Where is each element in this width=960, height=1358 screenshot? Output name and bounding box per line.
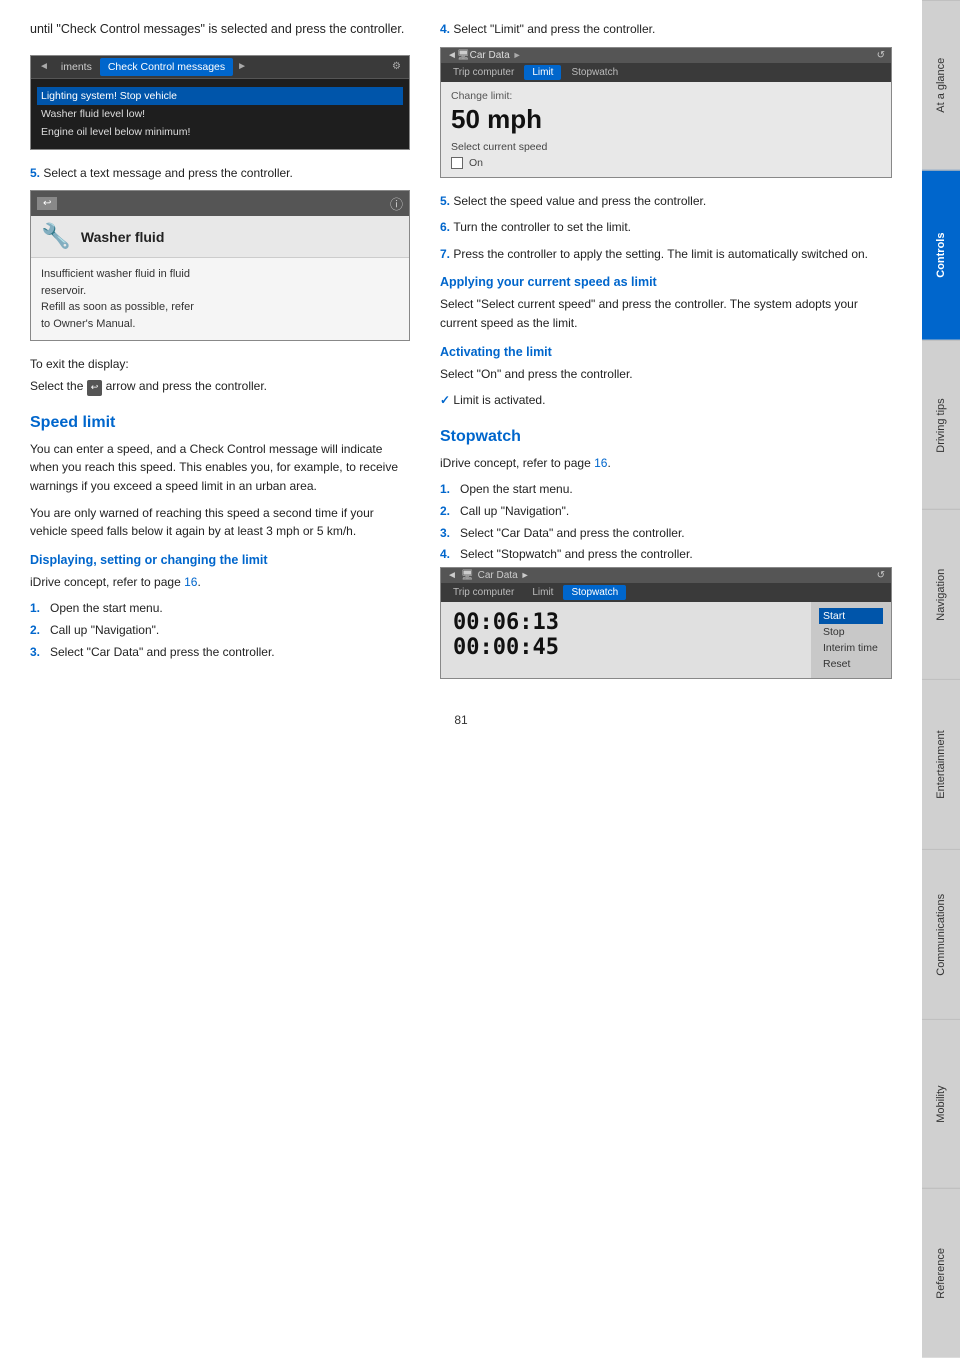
- menu-item-washer[interactable]: Washer fluid level low!: [41, 105, 399, 123]
- washer-icon: 🔧: [41, 222, 71, 251]
- msg-body: Insufficient washer fluid in fluid reser…: [31, 258, 409, 340]
- list-item: 3. Select "Car Data" and press the contr…: [440, 524, 892, 543]
- limit-tabs: Trip computer Limit Stopwatch: [441, 63, 891, 82]
- sw-time1: 00:06:13: [453, 610, 799, 635]
- refresh-icon: ↺: [877, 50, 885, 61]
- list-item: 2. Call up "Navigation".: [440, 502, 892, 521]
- right-column: 4. Select "Limit" and press the controll…: [440, 20, 892, 693]
- check-control-tab[interactable]: Check Control messages: [100, 58, 233, 76]
- sw-arrow-right-icon: ►: [521, 570, 530, 580]
- sw-tabs: Trip computer Limit Stopwatch: [441, 583, 891, 602]
- limit-tab[interactable]: Limit: [524, 65, 561, 80]
- back-button[interactable]: ↩: [37, 197, 57, 210]
- list-item: 4. Select "Stopwatch" and press the cont…: [440, 545, 892, 564]
- ls-nav-left-icon: ◄: [447, 50, 457, 61]
- sw-interim-item[interactable]: Interim time: [823, 640, 879, 656]
- sw-refresh-icon: ↺: [877, 570, 885, 581]
- change-limit-label: Change limit:: [451, 90, 881, 102]
- speed-value: 50 mph: [451, 104, 881, 135]
- step5-left: 5. Select a text message and press the c…: [30, 164, 410, 183]
- check-control-screen: ◄ iments Check Control messages ► ⚙ Ligh…: [30, 55, 410, 150]
- speed-limit-steps: 1. Open the start menu. 2. Call up "Navi…: [30, 599, 410, 661]
- sidebar-tab-communications[interactable]: Communications: [922, 849, 960, 1019]
- left-column: until "Check Control messages" is select…: [30, 20, 410, 693]
- ls-arrow-right-icon: ►: [513, 50, 522, 60]
- stopwatch-screen: ◄ 🖥 Car Data ► ↺ Trip computer Limit Sto…: [440, 567, 892, 679]
- nav-arrow-left-icon: ◄: [35, 61, 53, 72]
- sw-time2: 00:00:45: [453, 635, 799, 660]
- intro-text: until "Check Control messages" is select…: [30, 20, 410, 39]
- step4-right: 4. Select "Limit" and press the controll…: [440, 20, 892, 39]
- menu-item-lighting[interactable]: Lighting system! Stop vehicle: [37, 87, 403, 105]
- activating-body1: Select "On" and press the controller.: [440, 365, 892, 384]
- page-number: 81: [30, 713, 892, 727]
- sw-limit-tab[interactable]: Limit: [524, 585, 561, 600]
- list-item: 2. Call up "Navigation".: [30, 621, 410, 640]
- screen1-content: Lighting system! Stop vehicle Washer flu…: [31, 79, 409, 149]
- sidebar-tab-mobility[interactable]: Mobility: [922, 1019, 960, 1189]
- stopwatch-tab[interactable]: Stopwatch: [563, 65, 626, 80]
- sw-topbar: ◄ 🖥 Car Data ► ↺: [441, 568, 891, 583]
- step7-right: 7. Press the controller to apply the set…: [440, 245, 892, 264]
- step6-right: 6. Turn the controller to set the limit.: [440, 218, 892, 237]
- menu-item-engine[interactable]: Engine oil level below minimum!: [41, 123, 399, 141]
- screen1-tab-bar: ◄ iments Check Control messages ► ⚙: [31, 56, 409, 79]
- to-exit-line1: To exit the display:: [30, 355, 410, 373]
- gear-icon: ⚙: [392, 61, 405, 72]
- sw-times: 00:06:13 00:00:45: [441, 602, 811, 678]
- limit-screen: ◄ 🖥 Car Data ► ↺ Trip computer Limit Sto…: [440, 47, 892, 178]
- sidebar-tab-entertainment[interactable]: Entertainment: [922, 679, 960, 849]
- back-arrow-symbol: ↩: [87, 380, 103, 396]
- sidebar-tab-controls[interactable]: Controls: [922, 170, 960, 340]
- sw-stop-item[interactable]: Stop: [823, 624, 879, 640]
- sw-trip-tab[interactable]: Trip computer: [445, 585, 522, 600]
- limit-topbar: ◄ 🖥 Car Data ► ↺: [441, 48, 891, 63]
- speed-limit-heading: Speed limit: [30, 414, 410, 432]
- to-exit-line2: Select the ↩ arrow and press the control…: [30, 377, 410, 396]
- two-column-layout: until "Check Control messages" is select…: [30, 20, 892, 693]
- main-content: until "Check Control messages" is select…: [0, 0, 922, 1358]
- sidebar-tab-driving-tips[interactable]: Driving tips: [922, 340, 960, 510]
- stopwatch-heading: Stopwatch: [440, 428, 892, 446]
- sw-reset-item[interactable]: Reset: [823, 656, 879, 672]
- sidebar-tab-reference[interactable]: Reference: [922, 1188, 960, 1358]
- info-icon: ⓘ: [390, 194, 403, 213]
- trip-computer-tab[interactable]: Trip computer: [445, 65, 522, 80]
- washer-fluid-screen: ↩ ⓘ 🔧 Washer fluid Insufficient washer f…: [30, 190, 410, 341]
- sidebar-tab-at-a-glance[interactable]: At a glance: [922, 0, 960, 170]
- sw-menu: Start Stop Interim time Reset: [811, 602, 891, 678]
- speed-limit-body2: You are only warned of reaching this spe…: [30, 504, 410, 541]
- iments-tab: iments: [53, 58, 100, 76]
- nav-arrow-right-icon: ►: [233, 61, 251, 72]
- sidebar-tab-navigation[interactable]: Navigation: [922, 509, 960, 679]
- on-row: On: [451, 157, 881, 169]
- list-item: 3. Select "Car Data" and press the contr…: [30, 643, 410, 662]
- limit-body: Change limit: 50 mph Select current spee…: [441, 82, 891, 177]
- select-current-speed: Select current speed: [451, 141, 881, 153]
- msg-header: 🔧 Washer fluid: [31, 216, 409, 258]
- list-item: 1. Open the start menu.: [30, 599, 410, 618]
- displaying-setting-heading: Displaying, setting or changing the limi…: [30, 553, 410, 567]
- car-data-icon2: 🖥: [461, 570, 474, 581]
- applying-body: Select "Select current speed" and press …: [440, 295, 892, 332]
- idrive-ref-right: iDrive concept, refer to page 16.: [440, 454, 892, 473]
- list-item: 1. Open the start menu.: [440, 480, 892, 499]
- stopwatch-steps: 1. Open the start menu. 2. Call up "Navi…: [440, 480, 892, 563]
- car-data-icon: 🖥: [457, 50, 470, 61]
- activating-body2: ✓ Limit is activated.: [440, 391, 892, 410]
- speed-limit-body1: You can enter a speed, and a Check Contr…: [30, 440, 410, 496]
- idrive-ref-left: iDrive concept, refer to page 16.: [30, 573, 410, 592]
- msg-top-bar: ↩ ⓘ: [31, 191, 409, 216]
- sidebar-right: At a glance Controls Driving tips Naviga…: [922, 0, 960, 1358]
- checkmark-icon: ✓: [440, 393, 450, 407]
- applying-heading: Applying your current speed as limit: [440, 275, 892, 289]
- step5-right: 5. Select the speed value and press the …: [440, 192, 892, 211]
- sw-body: 00:06:13 00:00:45 Start Stop Interim tim…: [441, 602, 891, 678]
- activating-heading: Activating the limit: [440, 345, 892, 359]
- msg-title: Washer fluid: [81, 229, 165, 245]
- sw-start-item[interactable]: Start: [819, 608, 883, 624]
- sw-nav-left-icon: ◄: [447, 570, 457, 581]
- sw-stopwatch-tab[interactable]: Stopwatch: [563, 585, 626, 600]
- checkbox-icon[interactable]: [451, 157, 463, 169]
